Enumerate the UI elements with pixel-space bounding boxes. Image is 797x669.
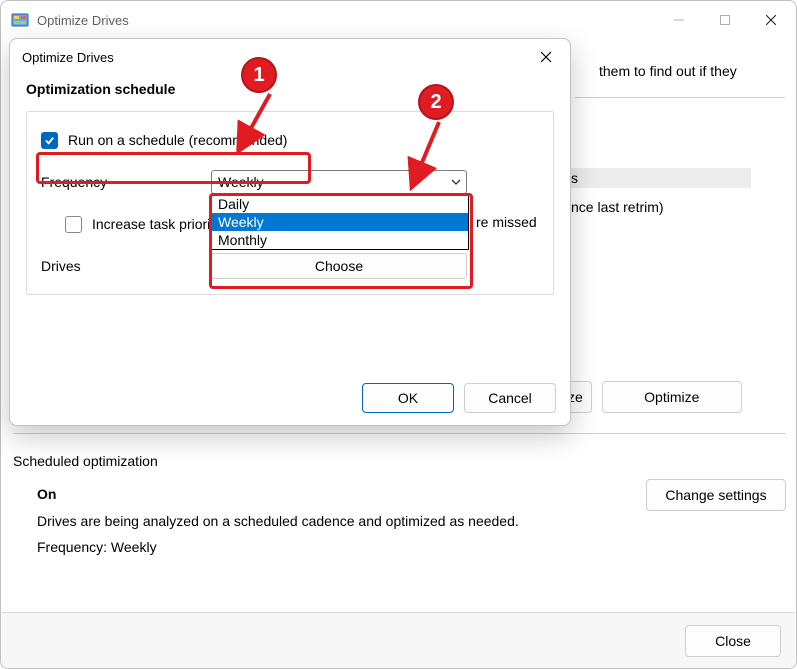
run-schedule-label: Run on a schedule (recommended): [68, 132, 287, 148]
frequency-select[interactable]: Weekly Daily Weekly Monthly: [211, 170, 467, 194]
optimize-button[interactable]: Optimize: [602, 381, 742, 413]
dialog-title: Optimize Drives: [22, 50, 528, 65]
schedule-group: Run on a schedule (recommended) Frequenc…: [26, 111, 554, 295]
run-schedule-checkbox[interactable]: [41, 132, 58, 149]
frequency-option-daily[interactable]: Daily: [212, 195, 468, 213]
status-text: s: [571, 170, 578, 186]
run-schedule-row: Run on a schedule (recommended): [41, 126, 539, 154]
app-icon: [11, 11, 29, 29]
increase-priority-label-fragment: Increase task priori: [92, 216, 210, 232]
dialog-close-button[interactable]: [528, 43, 564, 71]
cancel-button[interactable]: Cancel: [464, 383, 556, 413]
close-button[interactable]: [748, 5, 794, 35]
status-column-fragment: s: [571, 168, 751, 188]
optimization-schedule-heading: Optimization schedule: [26, 81, 554, 97]
close-button-main[interactable]: Close: [685, 625, 781, 657]
scheduled-description: Drives are being analyzed on a scheduled…: [37, 508, 786, 535]
change-settings-button[interactable]: Change settings: [646, 479, 786, 511]
parent-window-title: Optimize Drives: [37, 13, 656, 28]
frequency-label: Frequency: [41, 174, 211, 190]
minimize-button[interactable]: [656, 5, 702, 35]
frequency-dropdown-list: Daily Weekly Monthly: [211, 194, 469, 250]
frequency-option-weekly[interactable]: Weekly: [212, 213, 468, 231]
choose-drives-button[interactable]: Choose: [211, 253, 467, 279]
frequency-option-monthly[interactable]: Monthly: [212, 231, 468, 249]
scheduled-frequency: Frequency: Weekly: [37, 534, 786, 561]
maximize-button[interactable]: [702, 5, 748, 35]
schedule-settings-dialog: Optimize Drives Optimization schedule Ru…: [9, 38, 571, 426]
scheduled-heading: Scheduled optimization: [13, 453, 786, 469]
chevron-down-icon: [451, 174, 461, 190]
dialog-titlebar: Optimize Drives: [10, 39, 570, 75]
missed-text-fragment: re missed: [476, 214, 537, 230]
parent-bottom-bar: Close: [2, 612, 795, 668]
frequency-row: Frequency Weekly Daily Weekly Monthly: [41, 168, 539, 196]
drives-label: Drives: [41, 258, 211, 274]
divider: [575, 97, 785, 98]
divider: [13, 433, 786, 434]
dialog-button-row: OK Cancel: [362, 383, 556, 413]
parent-titlebar: Optimize Drives: [1, 1, 796, 39]
drive-action-buttons: ze Optimize: [560, 381, 742, 413]
frequency-selected-value: Weekly: [218, 174, 264, 190]
scheduled-optimization-section: Scheduled optimization On Drives are bei…: [13, 447, 786, 561]
ok-button[interactable]: OK: [362, 383, 454, 413]
intro-text-fragment: them to find out if they: [599, 63, 737, 79]
drives-row: Drives Choose: [41, 252, 539, 280]
status-value-fragment: nce last retrim): [571, 199, 664, 215]
increase-priority-checkbox[interactable]: [65, 216, 82, 233]
